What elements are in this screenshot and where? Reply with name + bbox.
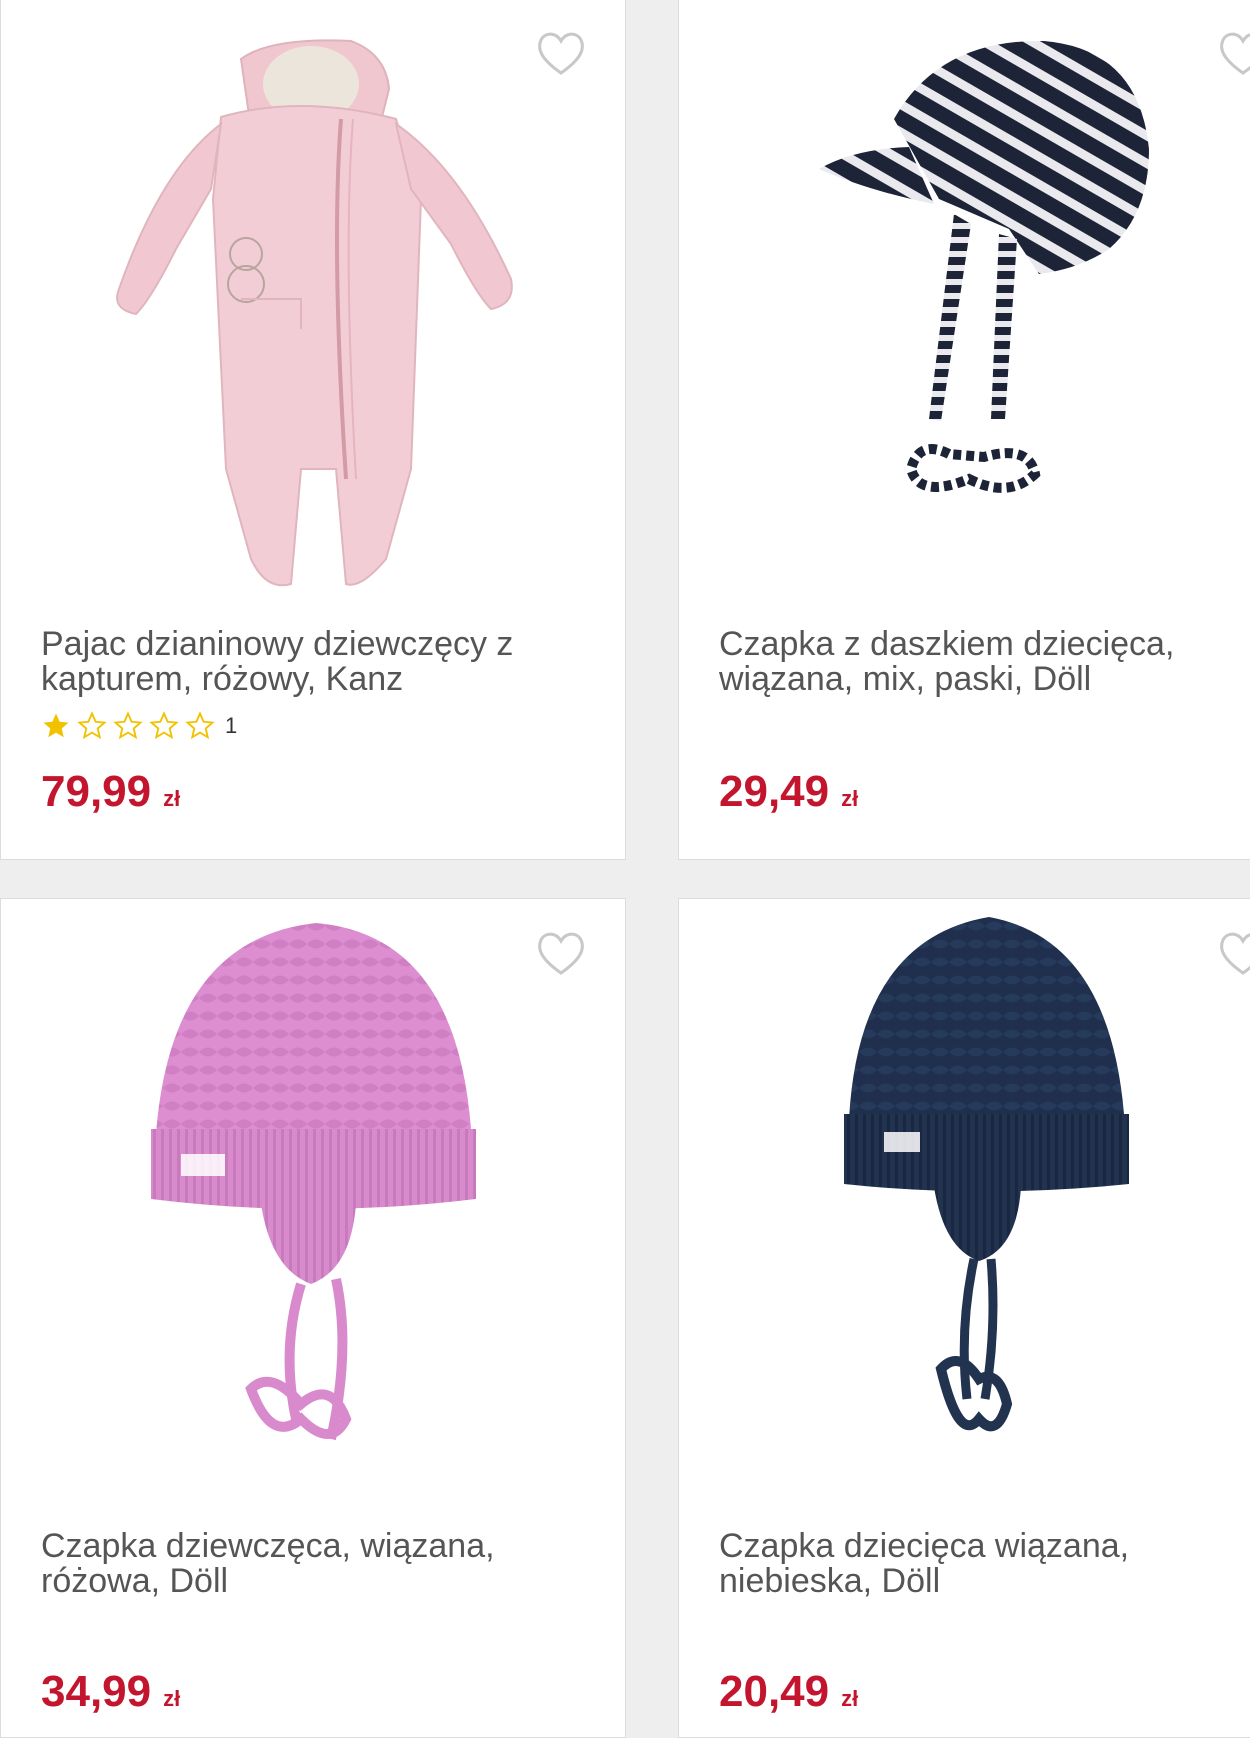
price-value: 20,49	[719, 1667, 830, 1716]
pink-snowsuit-image	[116, 39, 513, 587]
product-image[interactable]	[1, 899, 625, 1499]
price-value: 29,49	[719, 767, 830, 816]
product-card[interactable]: Pajac dzianinowy dziewczęcy z kapturem, …	[0, 0, 626, 860]
product-card[interactable]: Czapka z daszkiem dziecięca, wiązana, mi…	[678, 0, 1250, 860]
product-image[interactable]	[679, 899, 1250, 1499]
product-card[interactable]: Czapka dziecięca wiązana, niebieska, Döl…	[678, 898, 1250, 1738]
product-price: 34,99 zł	[41, 1667, 180, 1717]
product-title[interactable]: Pajac dzianinowy dziewczęcy z kapturem, …	[41, 627, 561, 697]
striped-cap-image	[819, 40, 1149, 493]
product-image[interactable]	[1, 0, 625, 599]
product-price: 20,49 zł	[719, 1667, 858, 1717]
product-rating: 1	[41, 711, 237, 741]
price-value: 34,99	[41, 1667, 152, 1716]
price-currency: zł	[163, 786, 181, 811]
pink-knit-hat-image	[151, 923, 476, 1441]
product-title[interactable]: Czapka dziecięca wiązana, niebieska, Döl…	[719, 1529, 1239, 1599]
product-grid: Pajac dzianinowy dziewczęcy z kapturem, …	[0, 0, 1250, 1738]
product-price: 79,99 zł	[41, 767, 180, 817]
star-empty-icon	[185, 711, 215, 740]
product-title[interactable]: Czapka dziewczęca, wiązana, różowa, Döll	[41, 1529, 561, 1599]
rating-count: 1	[225, 713, 238, 738]
favorite-heart-icon[interactable]	[1217, 929, 1250, 977]
product-image[interactable]	[679, 0, 1250, 599]
navy-knit-hat-image	[844, 917, 1129, 1432]
product-card[interactable]: Czapka dziewczęca, wiązana, różowa, Döll…	[0, 898, 626, 1738]
star-empty-icon	[113, 711, 143, 740]
price-currency: zł	[841, 1686, 859, 1711]
star-filled-icon	[43, 713, 69, 738]
favorite-heart-icon[interactable]	[535, 29, 587, 77]
product-title[interactable]: Czapka z daszkiem dziecięca, wiązana, mi…	[719, 627, 1239, 697]
star-empty-icon	[149, 711, 179, 740]
favorite-heart-icon[interactable]	[1217, 29, 1250, 77]
favorite-heart-icon[interactable]	[535, 929, 587, 977]
price-value: 79,99	[41, 767, 152, 816]
star-empty-icon	[77, 711, 107, 740]
price-currency: zł	[841, 786, 859, 811]
product-price: 29,49 zł	[719, 767, 858, 817]
price-currency: zł	[163, 1686, 181, 1711]
